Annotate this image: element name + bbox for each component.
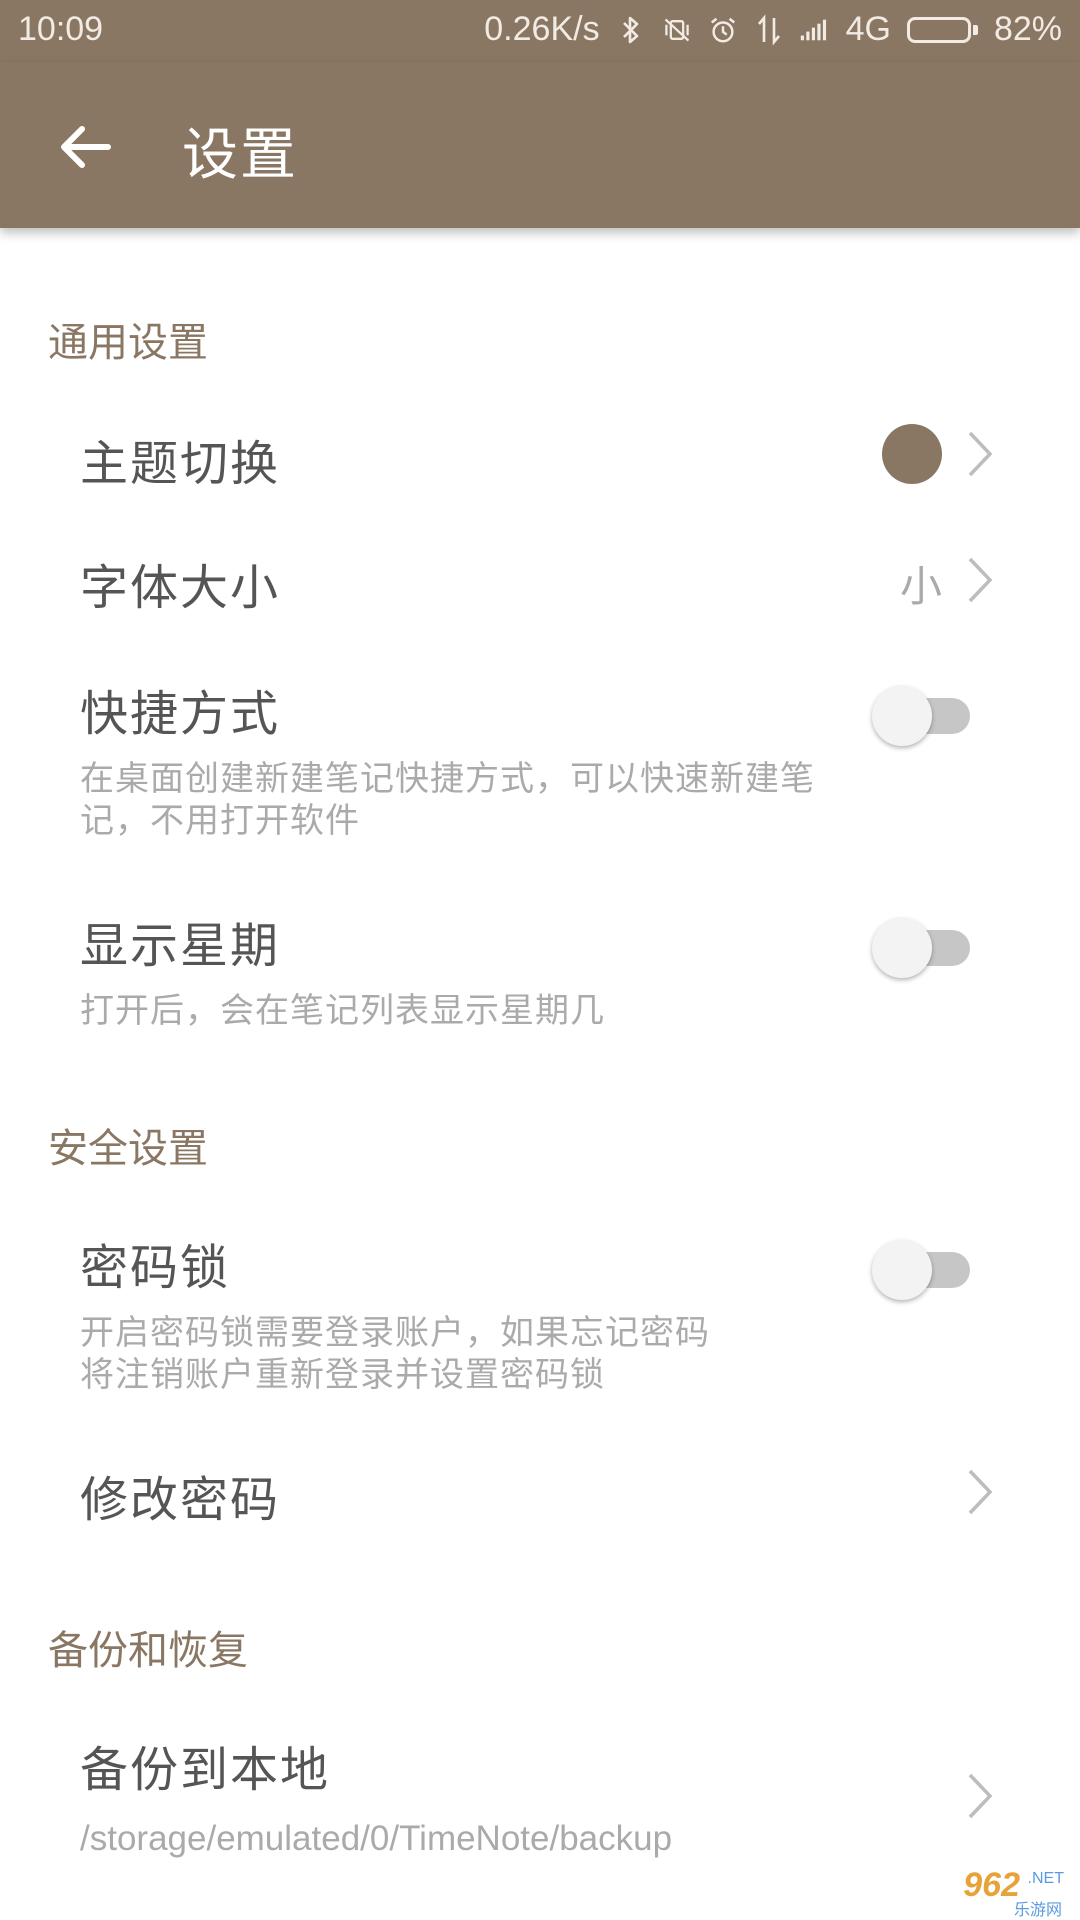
setting-shortcut-title: 快捷方式 xyxy=(80,686,281,742)
arrow-left-icon xyxy=(61,126,111,168)
chevron-right-icon xyxy=(968,1773,993,1819)
back-button[interactable] xyxy=(50,112,120,182)
watermark-sub: 乐游网 xyxy=(1013,1900,1062,1919)
watermark-logo: 962 .NET 乐游网 xyxy=(942,1866,1072,1919)
network-type: 4G xyxy=(845,10,891,48)
signal-icon xyxy=(800,13,830,47)
battery-icon xyxy=(906,16,978,43)
watermark-main: 962 xyxy=(963,1866,1020,1904)
switch-thumb xyxy=(872,1240,932,1300)
bluetooth-icon xyxy=(616,13,646,47)
show-weekday-toggle[interactable] xyxy=(872,914,972,978)
settings-list: 通用设置 主题切换 字体大小 小 快捷方式 在桌面创建新建笔记快捷方式，可以快速… xyxy=(0,228,1080,1920)
desc-line: 在桌面创建新建笔记快捷方式，可以快速新建笔 xyxy=(80,759,815,799)
setting-show-weekday-desc: 打开后，会在笔记列表显示星期几 xyxy=(80,991,605,1031)
battery-percent: 82% xyxy=(993,10,1062,48)
page-title: 设置 xyxy=(182,123,298,188)
app-bar: 设置 xyxy=(0,62,1080,228)
data-transfer-icon xyxy=(754,13,784,47)
status-bar: 10:09 0.26K/s 4G 82% xyxy=(0,0,1080,62)
setting-password-lock-desc: 开启密码锁需要登录账户，如果忘记密码 将注销账户重新登录并设置密码锁 xyxy=(80,1312,840,1396)
switch-thumb xyxy=(872,918,932,978)
backup-path: /storage/emulated/0/TimeNote/backup xyxy=(80,1819,673,1858)
setting-password-lock-title: 密码锁 xyxy=(80,1240,231,1296)
theme-color-swatch xyxy=(882,424,942,484)
setting-backup-local-title: 备份到本地 xyxy=(80,1742,331,1798)
setting-theme-title: 主题切换 xyxy=(80,436,281,492)
chevron-right-icon xyxy=(968,431,993,477)
setting-change-password-title: 修改密码 xyxy=(80,1472,281,1528)
desc-line: 开启密码锁需要登录账户，如果忘记密码 xyxy=(80,1313,710,1353)
status-icons: 0.26K/s 4G 82% xyxy=(484,10,1062,49)
switch-thumb xyxy=(872,686,932,746)
font-size-value: 小 xyxy=(900,562,943,611)
status-time: 10:09 xyxy=(18,10,104,48)
vibrate-off-icon xyxy=(662,13,692,47)
desc-line: 将注销账户重新登录并设置密码锁 xyxy=(80,1355,605,1395)
section-header-general: 通用设置 xyxy=(48,320,208,366)
section-header-backup: 备份和恢复 xyxy=(48,1628,248,1674)
watermark-net: .NET xyxy=(1027,1870,1064,1887)
setting-show-weekday-title: 显示星期 xyxy=(80,918,281,974)
net-speed: 0.26K/s xyxy=(484,10,600,48)
chevron-right-icon xyxy=(968,1469,993,1515)
setting-font-size-title: 字体大小 xyxy=(80,560,281,616)
shortcut-toggle[interactable] xyxy=(872,682,972,746)
chevron-right-icon xyxy=(968,557,993,603)
desc-line: 记，不用打开软件 xyxy=(80,801,360,841)
alarm-icon xyxy=(708,13,738,47)
setting-shortcut-desc: 在桌面创建新建笔记快捷方式，可以快速新建笔 记，不用打开软件 xyxy=(80,758,840,842)
section-header-security: 安全设置 xyxy=(48,1126,208,1172)
password-lock-toggle[interactable] xyxy=(872,1236,972,1300)
